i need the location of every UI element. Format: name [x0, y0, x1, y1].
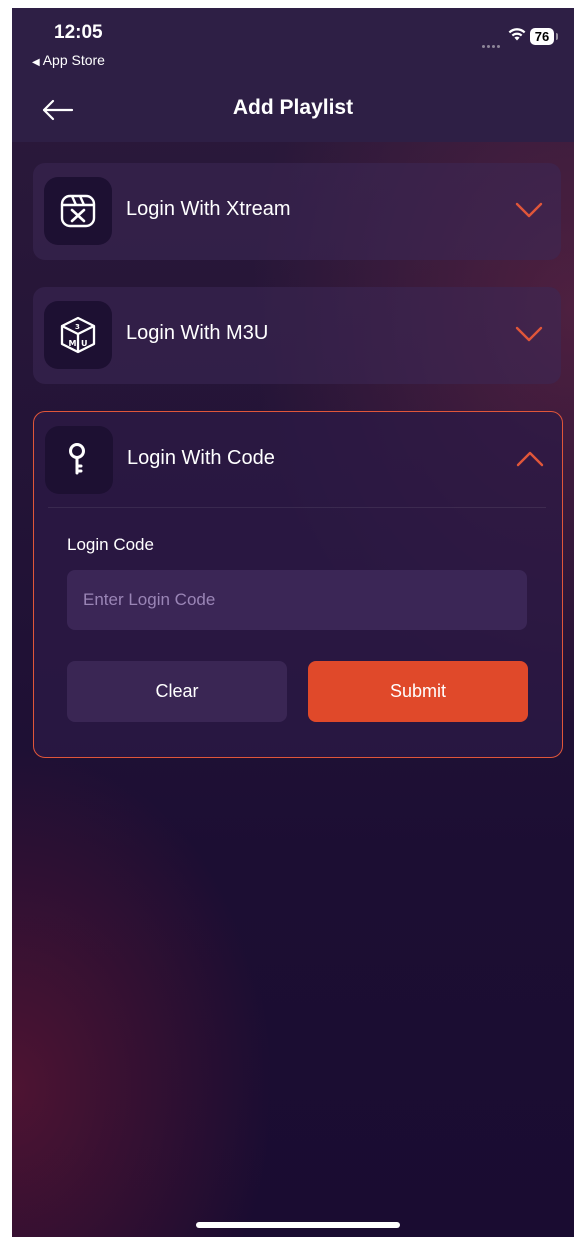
back-to-app-link[interactable]: ◀ App Store — [32, 52, 105, 68]
m3u-box-icon: M U 3 — [60, 316, 96, 354]
back-triangle-icon: ◀ — [32, 57, 40, 68]
svg-text:U: U — [81, 339, 88, 348]
login-xtream-card: Login With Xtream — [33, 163, 561, 260]
login-m3u-header[interactable]: M U 3 Login With M3U — [33, 287, 561, 383]
login-code-header[interactable]: Login With Code — [34, 412, 562, 508]
phone-screen: 12:05 ◀ App Store 76 Add Playlist Login … — [12, 8, 574, 1237]
chevron-up-icon — [516, 451, 544, 467]
login-code-label: Login With Code — [127, 447, 275, 469]
xtream-icon-box — [44, 177, 112, 245]
status-time: 12:05 — [54, 22, 103, 43]
battery-nub — [556, 33, 558, 40]
home-indicator[interactable] — [196, 1222, 400, 1228]
svg-text:3: 3 — [75, 323, 80, 331]
back-to-app-label: App Store — [42, 52, 105, 68]
page-title: Add Playlist — [232, 96, 354, 119]
key-icon — [69, 443, 85, 475]
m3u-icon-box: M U 3 — [44, 301, 112, 369]
xtream-icon — [60, 194, 96, 228]
svg-text:M: M — [69, 339, 77, 348]
login-xtream-label: Login With Xtream — [126, 198, 291, 220]
login-code-field-label: Login Code — [67, 535, 154, 554]
login-code-card: Login With Code Login Code Clear Submit — [33, 411, 563, 758]
signal-icon — [482, 35, 504, 48]
login-code-input[interactable] — [67, 570, 527, 630]
clear-button[interactable]: Clear — [67, 661, 287, 722]
chevron-down-icon — [515, 326, 543, 342]
card-divider — [48, 507, 546, 508]
submit-button[interactable]: Submit — [308, 661, 528, 722]
chevron-down-icon — [515, 202, 543, 218]
wifi-icon — [508, 28, 526, 41]
login-xtream-header[interactable]: Login With Xtream — [33, 163, 561, 259]
top-bar: 12:05 ◀ App Store 76 Add Playlist — [12, 8, 574, 142]
login-m3u-card: M U 3 Login With M3U — [33, 287, 561, 384]
battery-indicator: 76 — [530, 28, 554, 45]
login-m3u-label: Login With M3U — [126, 322, 269, 344]
key-icon-box — [45, 426, 113, 494]
